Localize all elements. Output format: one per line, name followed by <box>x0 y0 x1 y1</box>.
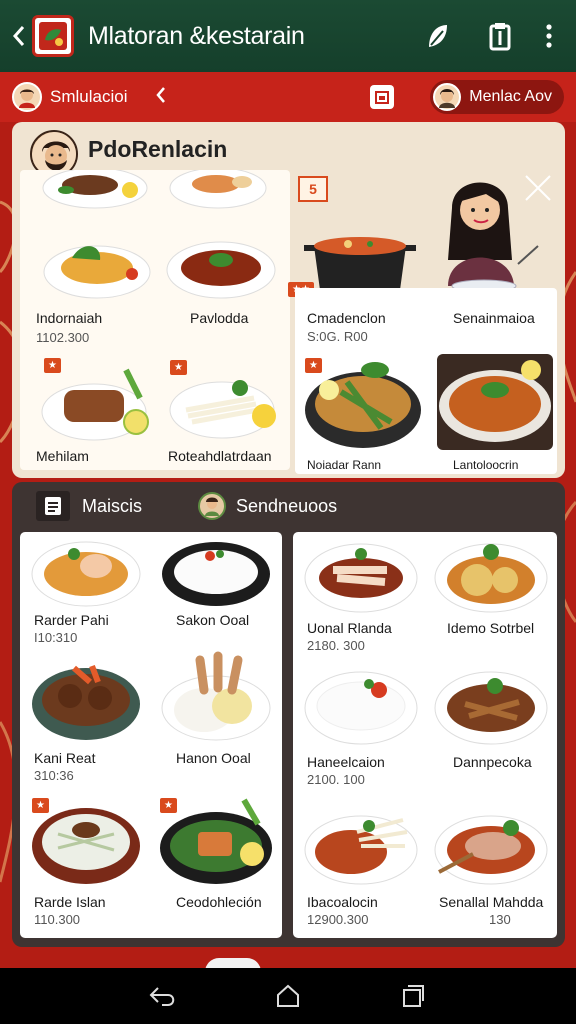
user-chip-label: Menlac Aov <box>469 88 552 105</box>
menu-item-price: S:0G. R00 <box>307 329 368 344</box>
menu-item-price: 310:36 <box>34 768 74 783</box>
nav-recents-icon[interactable] <box>388 971 438 1021</box>
category-tabs: Maiscis Sendneuoos <box>12 482 565 530</box>
system-nav-bar <box>0 968 576 1024</box>
menu-item-name[interactable]: Idemo Sotrbel <box>447 620 534 636</box>
dish-image[interactable] <box>433 536 549 616</box>
menu-item-name[interactable]: Ibacoalocin <box>307 894 378 910</box>
menu-item-name[interactable]: Cmadenclon <box>307 310 386 326</box>
chevron-left-icon[interactable] <box>155 84 167 110</box>
dish-image[interactable] <box>160 536 272 608</box>
nav-home-icon[interactable] <box>263 971 313 1021</box>
restaurant-logo-icon <box>32 15 74 57</box>
page-title: PdoRenlacin <box>88 136 228 162</box>
menu-item-name[interactable]: Kani Reat <box>34 750 95 766</box>
user-chip[interactable]: Menlac Aov <box>430 80 564 114</box>
right-menu-card: Cmadenclon S:0G. R00 Senainmaioa ★ Noiad… <box>295 288 557 474</box>
menu-item-name[interactable]: Roteahdlatrdaan <box>168 448 272 464</box>
menu-item-price: 2100. 100 <box>307 772 365 787</box>
close-icon[interactable] <box>524 174 552 202</box>
avatar[interactable] <box>12 82 42 112</box>
dish-image[interactable] <box>160 650 272 744</box>
avatar[interactable] <box>198 492 227 520</box>
menu-item-name[interactable]: Senallal Mahdda <box>439 894 543 910</box>
dish-image[interactable] <box>303 802 419 888</box>
menu-item-name[interactable]: Rarder Pahi <box>34 612 109 628</box>
dish-image[interactable] <box>165 236 277 300</box>
menu-item-price: 12900.300 <box>307 912 369 927</box>
leaf-icon[interactable] <box>416 14 460 58</box>
dish-image[interactable] <box>42 230 152 300</box>
tab-meals[interactable]: Maiscis <box>82 496 142 517</box>
app-title: Mlatoran &kestarain <box>88 21 305 50</box>
back-icon[interactable] <box>8 16 30 56</box>
bottom-panel: Maiscis Sendneuoos Rarder Pahi I10:310 S… <box>12 482 565 947</box>
menu-item-price: I10:310 <box>34 630 78 645</box>
dish-image[interactable] <box>168 370 280 442</box>
menu-item-price: 1102.300 <box>36 330 90 345</box>
menu-item-name[interactable]: Hanon Ooal <box>176 750 251 766</box>
menu-item-name[interactable]: Haneelcaion <box>307 754 385 770</box>
dish-image[interactable] <box>168 170 268 210</box>
menu-item-name[interactable]: Lantoloocrin <box>453 458 518 472</box>
sub-title: Smlulacioi <box>50 87 128 106</box>
dish-image[interactable] <box>30 652 142 742</box>
right-dish-grid: Uonal Rlanda 2180. 300 Idemo Sotrbel Han… <box>293 532 557 938</box>
menu-item-name[interactable]: Indornaiah <box>36 310 102 326</box>
tab-sides[interactable]: Sendneuoos <box>236 496 337 517</box>
dish-image[interactable] <box>435 352 555 452</box>
dish-image[interactable] <box>303 664 419 748</box>
user-avatar <box>433 83 462 111</box>
more-vert-icon[interactable] <box>534 14 564 58</box>
menu-item-name[interactable]: Senainmaioa <box>453 310 535 326</box>
menu-icon[interactable] <box>36 491 70 521</box>
menu-item-price: 110.300 <box>34 912 81 927</box>
menu-item-name[interactable]: Pavlodda <box>190 310 248 326</box>
menu-item-name[interactable]: Mehilam <box>36 448 89 464</box>
dish-image[interactable] <box>433 664 549 748</box>
menu-item-name[interactable]: Uonal Rlanda <box>307 620 392 636</box>
menu-item-name[interactable]: Noiadar Rann <box>307 458 381 472</box>
menu-badge: 5 <box>298 176 328 202</box>
calendar-icon[interactable] <box>370 85 395 109</box>
menu-item-price: 2180. 300 <box>307 638 365 653</box>
app-bar: Mlatoran &kestarain <box>0 0 576 72</box>
dish-image[interactable] <box>30 536 142 608</box>
sub-bar: Smlulacioi Menlac Aov <box>0 72 576 122</box>
top-panel: PdoRenlacin Indornaiah 1102.300 Pavlodda <box>12 122 565 478</box>
menu-item-name[interactable]: Sakon Ooal <box>176 612 249 628</box>
dish-image[interactable] <box>42 170 148 210</box>
left-dish-grid: Rarder Pahi I10:310 Sakon Ooal Kani Reat… <box>20 532 282 938</box>
dish-image[interactable] <box>303 536 419 616</box>
dish-image[interactable] <box>158 794 274 888</box>
dish-image[interactable] <box>301 352 425 452</box>
dish-image[interactable] <box>433 802 549 888</box>
clipboard-icon[interactable] <box>478 14 522 58</box>
menu-item-price: 130 <box>489 912 511 927</box>
menu-item-name[interactable]: Rarde Islan <box>34 894 106 910</box>
dish-image[interactable] <box>28 794 144 888</box>
left-menu-card: Indornaiah 1102.300 Pavlodda ★ ★ Mehilam… <box>20 170 290 470</box>
menu-item-name[interactable]: Ceodohleción <box>176 894 262 910</box>
menu-item-name[interactable]: Dannpecoka <box>453 754 532 770</box>
nav-back-icon[interactable] <box>138 971 188 1021</box>
dish-image[interactable] <box>40 360 152 442</box>
